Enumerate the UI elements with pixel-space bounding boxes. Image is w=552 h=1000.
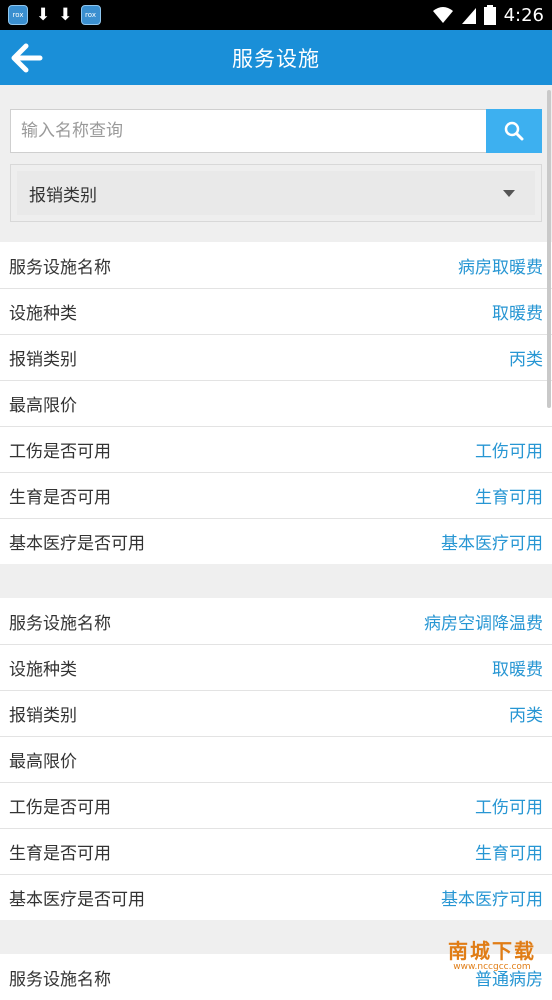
status-bar: rox ⬇ ⬇ rox 4:26 (0, 0, 552, 30)
info-row: 服务设施名称 病房取暖费 (0, 242, 552, 288)
app-notification-icon: rox (80, 5, 101, 25)
search-button[interactable] (486, 109, 542, 153)
row-label: 报销类别 (9, 350, 77, 370)
info-row: 最高限价 (0, 380, 552, 426)
info-row: 报销类别 丙类 (0, 334, 552, 380)
row-value: 取暖费 (492, 660, 543, 680)
app-bar: 服务设施 (0, 30, 552, 85)
row-value: 病房取暖费 (458, 257, 543, 278)
download-icon: ⬇ (58, 4, 73, 25)
search-panel: 报销类别 (0, 85, 552, 222)
row-value: 生育可用 (475, 488, 543, 508)
row-label: 基本医疗是否可用 (9, 534, 145, 554)
select-value: 报销类别 (29, 185, 97, 206)
row-label: 设施种类 (9, 660, 77, 680)
watermark-url: www.nccgcc.com (453, 962, 531, 972)
wifi-icon (432, 7, 453, 23)
row-label: 工伤是否可用 (9, 442, 111, 462)
row-label: 生育是否可用 (9, 488, 111, 508)
info-row: 工伤是否可用 工伤可用 (0, 782, 552, 828)
info-row: 设施种类 取暖费 (0, 288, 552, 334)
signal-icon (461, 8, 476, 24)
info-row: 生育是否可用 生育可用 (0, 828, 552, 874)
dropdown-caret-icon (503, 189, 515, 197)
row-value: 丙类 (509, 350, 543, 370)
row-label: 服务设施名称 (9, 969, 111, 990)
row-label: 报销类别 (9, 706, 77, 726)
info-row: 服务设施名称 病房空调降温费 (0, 598, 552, 644)
info-row: 基本医疗是否可用 基本医疗可用 (0, 874, 552, 920)
row-value: 取暖费 (492, 304, 543, 324)
app-notification-icon: rox (8, 5, 28, 25)
info-row: 报销类别 丙类 (0, 690, 552, 736)
back-button[interactable] (10, 41, 44, 75)
row-value: 生育可用 (475, 844, 543, 864)
info-row: 设施种类 取暖费 (0, 644, 552, 690)
row-label: 最高限价 (9, 752, 77, 772)
info-row: 基本医疗是否可用 基本医疗可用 (0, 518, 552, 564)
facility-card[interactable]: 服务设施名称 病房空调降温费 设施种类 取暖费 报销类别 丙类 最高限价 工伤是否可用… (0, 598, 552, 920)
info-row: 生育是否可用 生育可用 (0, 472, 552, 518)
watermark-text: 南城下载 (448, 939, 536, 963)
clock: 4:26 (503, 4, 544, 26)
row-label: 基本医疗是否可用 (9, 890, 145, 910)
facility-card[interactable]: 服务设施名称 病房取暖费 设施种类 取暖费 报销类别 丙类 最高限价 工伤是否可用 工伤… (0, 242, 552, 564)
row-value: 工伤可用 (475, 442, 543, 462)
info-row: 工伤是否可用 工伤可用 (0, 426, 552, 472)
download-icon: ⬇ (36, 4, 51, 25)
select-display[interactable]: 报销类别 (17, 171, 535, 215)
row-label: 最高限价 (9, 396, 77, 416)
watermark-logo: 南城下载 www.nccgcc.com (438, 940, 546, 976)
row-value: 丙类 (509, 706, 543, 726)
row-value: 基本医疗可用 (441, 890, 543, 910)
search-bar (10, 109, 542, 153)
row-value: 基本医疗可用 (441, 534, 543, 554)
row-label: 工伤是否可用 (9, 798, 111, 818)
row-value: 工伤可用 (475, 798, 543, 818)
row-value: 病房空调降温费 (424, 613, 543, 634)
row-label: 生育是否可用 (9, 844, 111, 864)
reimbursement-category-select[interactable]: 报销类别 (10, 164, 542, 222)
search-input[interactable] (10, 109, 486, 153)
row-label: 服务设施名称 (9, 613, 111, 634)
info-row: 最高限价 (0, 736, 552, 782)
scrollbar[interactable] (547, 90, 551, 408)
search-icon (504, 121, 524, 141)
row-label: 设施种类 (9, 304, 77, 324)
page-title: 服务设施 (232, 46, 320, 71)
arrow-left-icon (11, 43, 43, 73)
battery-icon (483, 5, 496, 25)
row-label: 服务设施名称 (9, 257, 111, 278)
